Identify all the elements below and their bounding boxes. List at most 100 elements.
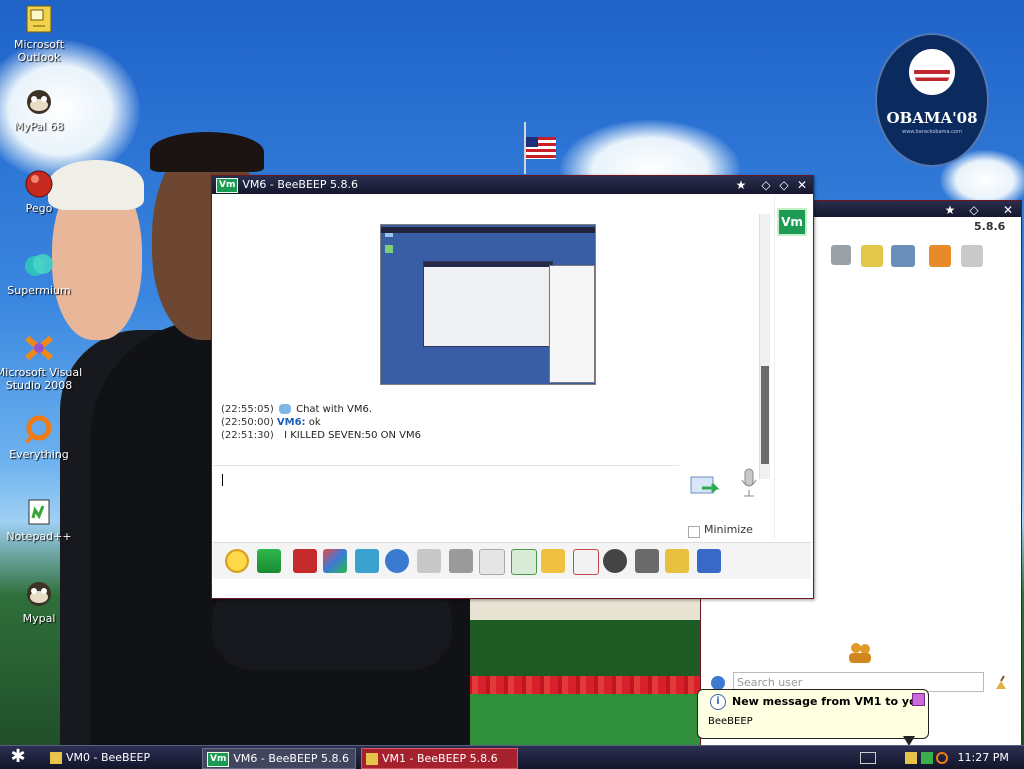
taskbar-item-vm6[interactable]: Vm VM6 - BeeBEEP 5.8.6 (202, 748, 356, 769)
save-chat-icon[interactable] (697, 549, 721, 573)
close-icon[interactable]: ✕ (793, 176, 811, 194)
system-tray: 11:27 PM (905, 746, 1024, 769)
chat-window[interactable]: Vm VM6 - BeeBEEP 5.8.6 ★ ◇ ◇ ✕ (22:55:05)… (211, 175, 814, 599)
chat-scrollbar[interactable] (759, 214, 770, 479)
trash-icon[interactable] (961, 245, 983, 267)
desktop: OBAMA'08 www.barackobama.com Microsoft O… (0, 0, 1024, 745)
desktop-icon-pego[interactable]: Pego (0, 168, 84, 215)
supermium-icon (23, 250, 55, 282)
color-icon[interactable] (323, 549, 347, 573)
emoticon-icon[interactable] (225, 549, 249, 573)
minimize-checkbox[interactable] (688, 526, 700, 538)
notification-body: BeeBEEP (708, 716, 753, 727)
font-icon[interactable] (293, 549, 317, 573)
save-icon[interactable] (257, 549, 281, 573)
us-flag (526, 137, 556, 159)
sound-icon[interactable] (479, 549, 505, 575)
beebeep-tray-icon[interactable] (905, 752, 917, 764)
restore-icon[interactable]: ◇ (965, 201, 983, 219)
maximize-icon[interactable]: ◇ (775, 176, 793, 194)
message-input[interactable] (213, 465, 679, 542)
beebeep-icon (50, 752, 62, 764)
desktop-icon-mypal68[interactable]: MyPal 68 (0, 86, 84, 133)
message-text: Chat with VM6. (296, 404, 373, 415)
chat-window-titlebar[interactable]: Vm VM6 - BeeBEEP 5.8.6 ★ ◇ ◇ ✕ (212, 176, 813, 194)
taskbar-item-label: VM0 - BeeBEEP (66, 751, 151, 764)
minimize-icon[interactable]: ◇ (757, 176, 775, 194)
folder-send-icon[interactable] (541, 549, 565, 573)
everything-icon (23, 414, 55, 446)
update-icon[interactable] (929, 245, 951, 267)
taskbar-item-vm1[interactable]: VM1 - BeeBEEP 5.8.6 (361, 748, 518, 769)
screenshot-image[interactable] (380, 224, 596, 385)
note-icon[interactable] (665, 549, 689, 573)
spellcheck-icon[interactable] (417, 549, 441, 573)
chat-message: (22:50:00) VM6: ok (221, 417, 321, 428)
message-time: (22:51:30) (221, 430, 274, 441)
window-icon[interactable] (635, 549, 659, 573)
scrollbar-thumb[interactable] (761, 366, 769, 464)
obama-sun-logo (909, 49, 955, 95)
edit-icon[interactable] (831, 245, 851, 265)
info-icon: i (710, 694, 726, 710)
desktop-icon-label: Microsoft Visual Studio 2008 (0, 366, 83, 392)
mypal-icon (23, 86, 55, 118)
flowerbed (460, 676, 700, 696)
clock[interactable]: 11:27 PM (958, 751, 1009, 764)
keyboard-icon[interactable] (860, 752, 876, 764)
screenshot-taskbar (381, 227, 595, 233)
settings-icon[interactable] (385, 549, 409, 573)
desktop-icon-label: Notepad++ (6, 530, 72, 543)
tools-icon[interactable] (891, 245, 915, 267)
beebeep-icon (366, 753, 378, 765)
desktop-icon-visual-studio[interactable]: Microsoft Visual Studio 2008 (0, 332, 84, 392)
search-tray-icon[interactable] (936, 752, 948, 764)
send-message-icon[interactable] (690, 474, 720, 500)
chat-toolbar (213, 542, 811, 579)
chat-bubble-icon (278, 404, 291, 414)
notepadpp-icon (23, 496, 55, 528)
pin-icon[interactable]: ★ (732, 176, 750, 194)
network-tray-icon[interactable] (920, 752, 933, 764)
font-size-icon[interactable] (449, 549, 473, 573)
close-icon[interactable]: ✕ (999, 201, 1017, 219)
screenshot-icon[interactable] (603, 549, 627, 573)
desktop-icon-supermium[interactable]: Supermium (0, 250, 84, 297)
obama-logo-text: OBAMA'08 (886, 109, 978, 127)
close-icon[interactable] (912, 693, 925, 706)
chat-message: (22:51:30) I KILLED SEVEN:50 ON VM6 (221, 430, 421, 441)
users-icon (847, 641, 873, 663)
desktop-icon-label: Mypal (22, 612, 56, 625)
version-label: 5.8.6 (974, 220, 1006, 233)
message-time: (22:55:05) (221, 404, 274, 415)
pencil-icon[interactable] (861, 245, 883, 267)
pin-icon[interactable]: ★ (941, 201, 959, 219)
obama-logo-subtext: www.barackobama.com (902, 129, 962, 135)
html-icon[interactable] (573, 549, 599, 575)
outlook-icon (23, 4, 55, 36)
taskbar: ✱ VM0 - BeeBEEP Vm VM6 - BeeBEEP 5.8.6 VM… (0, 745, 1024, 769)
send-file-icon[interactable] (511, 549, 537, 575)
microphone-icon[interactable] (740, 468, 758, 498)
chat-history[interactable]: (22:55:05) Chat with VM6. (22:50:00) VM6… (213, 195, 770, 479)
message-text: ok (308, 417, 321, 428)
desktop-icon (385, 245, 393, 253)
desktop-icon-outlook[interactable]: Microsoft Outlook (0, 4, 84, 64)
visual-studio-icon (23, 332, 55, 364)
filter-icon[interactable] (355, 549, 379, 573)
broom-icon[interactable] (993, 675, 1009, 691)
notification-balloon[interactable]: i New message from VM1 to you BeeBEEP (697, 689, 929, 745)
desktop-icon-everything[interactable]: Everything (0, 414, 84, 461)
taskbar-item-vm0[interactable]: VM0 - BeeBEEP (46, 748, 196, 767)
chat-members-panel (774, 195, 813, 540)
network-icon (711, 676, 725, 690)
minimize-label: Minimize (704, 523, 753, 536)
start-button[interactable]: ✱ (6, 746, 30, 769)
chat-window-title: VM6 - BeeBEEP 5.8.6 (242, 178, 358, 191)
vm-badge: Vm (207, 751, 230, 767)
user-avatar[interactable]: Vm (777, 208, 807, 236)
mypal-icon (23, 578, 55, 610)
screenshot-window (549, 265, 595, 383)
desktop-icon-mypal[interactable]: Mypal (0, 578, 84, 625)
desktop-icon-notepadpp[interactable]: Notepad++ (0, 496, 84, 543)
